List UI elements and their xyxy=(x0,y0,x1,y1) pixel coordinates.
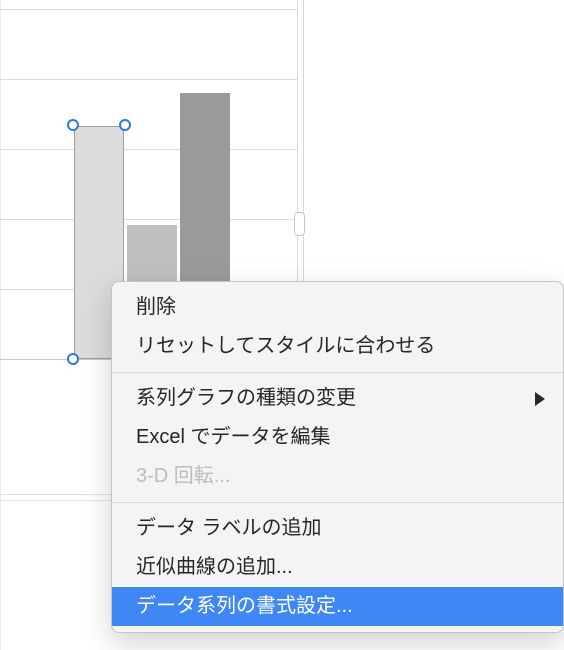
menu-item-format-data-series[interactable]: データ系列の書式設定... xyxy=(112,587,563,626)
left-rule xyxy=(0,0,1,650)
menu-separator xyxy=(112,372,563,373)
gridline xyxy=(0,9,297,10)
menu-item-delete[interactable]: 削除 xyxy=(112,288,563,327)
submenu-arrow-icon xyxy=(535,392,545,406)
menu-item-label: 系列グラフの種類の変更 xyxy=(136,387,356,409)
selection-handle[interactable] xyxy=(67,119,79,131)
gridline xyxy=(0,149,297,150)
menu-separator xyxy=(112,502,563,503)
context-menu: 削除 リセットしてスタイルに合わせる 系列グラフの種類の変更 Excel でデー… xyxy=(111,281,564,633)
gridline xyxy=(0,219,297,220)
selection-handle[interactable] xyxy=(67,353,79,365)
chart-document-area: 削除 リセットしてスタイルに合わせる 系列グラフの種類の変更 Excel でデー… xyxy=(0,0,564,650)
resize-handle[interactable] xyxy=(294,212,305,236)
menu-item-change-series-chart-type[interactable]: 系列グラフの種類の変更 xyxy=(112,379,563,418)
selection-handle[interactable] xyxy=(119,119,131,131)
menu-item-add-data-labels[interactable]: データ ラベルの追加 xyxy=(112,509,563,548)
menu-item-3d-rotation: 3-D 回転... xyxy=(112,457,563,496)
gridline xyxy=(0,79,297,80)
menu-item-reset-style[interactable]: リセットしてスタイルに合わせる xyxy=(112,327,563,366)
menu-item-add-trendline[interactable]: 近似曲線の追加... xyxy=(112,548,563,587)
menu-item-edit-data-excel[interactable]: Excel でデータを編集 xyxy=(112,418,563,457)
